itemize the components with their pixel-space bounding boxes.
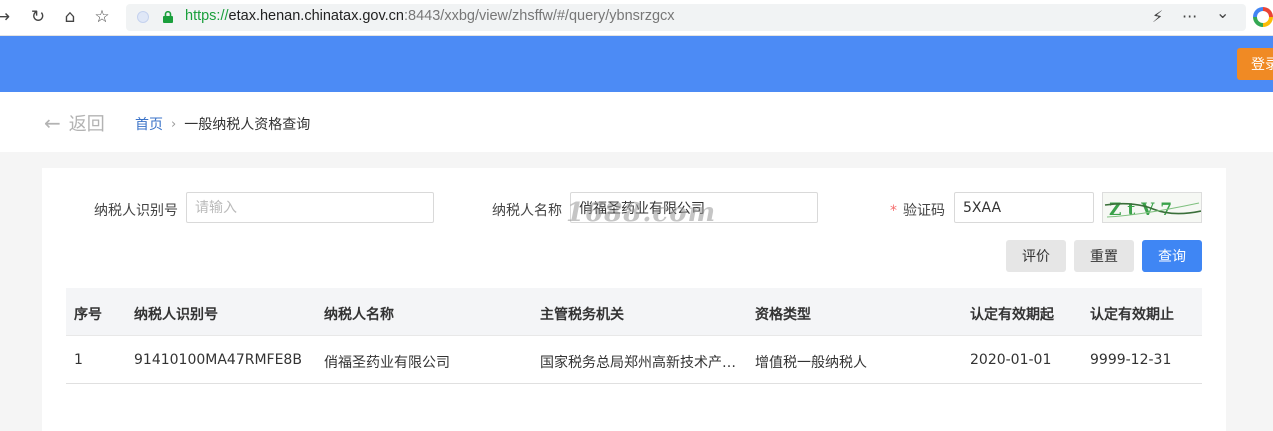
extension-icon[interactable] xyxy=(1253,7,1273,27)
site-header: 登录 xyxy=(0,36,1273,92)
back-arrow-icon: ← xyxy=(44,111,61,135)
chevron-down-icon[interactable]: ⌄ xyxy=(1216,3,1229,22)
taxpayer-id-label: 纳税人识别号 xyxy=(94,203,178,219)
url-path: :8443/xxbg/view/zhsffw/#/query/ybnsrzgcx xyxy=(404,8,675,24)
forward-icon[interactable]: → xyxy=(0,6,14,28)
captcha-graphic: Z t V 7 xyxy=(1104,200,1201,220)
column-header: 认定有效期止 xyxy=(1090,307,1174,323)
column-header: 序号 xyxy=(74,307,102,323)
breadcrumb: 首页 › 一般纳税人资格查询 xyxy=(135,114,310,134)
breadcrumb-separator-icon: › xyxy=(171,116,177,132)
column-header: 主管税务机关 xyxy=(540,307,624,323)
url-scheme: https:// xyxy=(185,8,229,24)
captcha-label: * 验证码 xyxy=(890,200,945,220)
evaluate-button[interactable]: 评价 xyxy=(1006,240,1066,272)
column-header: 认定有效期起 xyxy=(970,307,1054,323)
captcha-input[interactable] xyxy=(954,192,1094,223)
cell-qualification-type: 增值税一般纳税人 xyxy=(755,355,867,371)
breadcrumb-current: 一般纳税人资格查询 xyxy=(184,117,311,133)
reset-button[interactable]: 重置 xyxy=(1074,240,1134,272)
browser-toolbar: → ↻ ⌂ ☆ https://etax.henan.chinatax.gov.… xyxy=(0,0,1273,36)
favorites-icon[interactable]: ☆ xyxy=(91,6,113,28)
login-button[interactable]: 登录 xyxy=(1237,48,1273,80)
captcha-label-text: 验证码 xyxy=(903,203,945,219)
address-bar[interactable]: https://etax.henan.chinatax.gov.cn:8443/… xyxy=(126,3,1246,31)
column-header: 资格类型 xyxy=(755,307,811,323)
query-button[interactable]: 查询 xyxy=(1142,240,1202,272)
home-icon[interactable]: ⌂ xyxy=(59,6,81,28)
bolt-icon[interactable]: ⚡ xyxy=(1152,7,1163,26)
cell-taxpayer-name: 俏福圣药业有限公司 xyxy=(324,355,450,371)
column-header: 纳税人名称 xyxy=(324,307,394,323)
cell-tax-authority: 国家税务总局郑州高新技术产… xyxy=(540,355,736,371)
url-host: etax.henan.chinatax.gov.cn xyxy=(228,8,404,24)
taxpayer-name-input[interactable] xyxy=(570,192,818,223)
breadcrumb-home[interactable]: 首页 xyxy=(135,114,163,134)
breadcrumb-bar: ← 返回 首页 › 一般纳税人资格查询 xyxy=(0,92,1273,152)
captcha-image[interactable]: Z t V 7 xyxy=(1102,192,1202,223)
back-link[interactable]: ← 返回 xyxy=(44,110,105,136)
url-text[interactable]: https://etax.henan.chinatax.gov.cn:8443/… xyxy=(185,8,675,24)
cell-index: 1 xyxy=(74,352,83,368)
lock-icon xyxy=(163,11,173,23)
cell-valid-to: 9999-12-31 xyxy=(1090,352,1172,368)
more-icon[interactable]: ··· xyxy=(1182,7,1197,26)
back-label: 返回 xyxy=(68,114,105,135)
column-header: 纳税人识别号 xyxy=(134,307,218,323)
taxpayer-name-label: 纳税人名称 xyxy=(492,203,562,219)
cell-taxpayer-id: 91410100MA47RMFE8B xyxy=(134,352,302,368)
table-row[interactable]: 1 91410100MA47RMFE8B 俏福圣药业有限公司 国家税务总局郑州高… xyxy=(66,336,1202,384)
cell-valid-from: 2020-01-01 xyxy=(970,352,1052,368)
site-info-icon[interactable] xyxy=(137,11,149,23)
refresh-icon[interactable]: ↻ xyxy=(27,6,49,28)
table-header: 序号 纳税人识别号 纳税人名称 主管税务机关 资格类型 认定有效期起 认定有效期… xyxy=(66,288,1202,336)
required-marker: * xyxy=(890,203,897,219)
taxpayer-id-input[interactable] xyxy=(186,192,434,223)
query-panel: 纳税人识别号 纳税人名称 1688.com *验证码 Z t V 7 评价 重置… xyxy=(42,168,1226,431)
